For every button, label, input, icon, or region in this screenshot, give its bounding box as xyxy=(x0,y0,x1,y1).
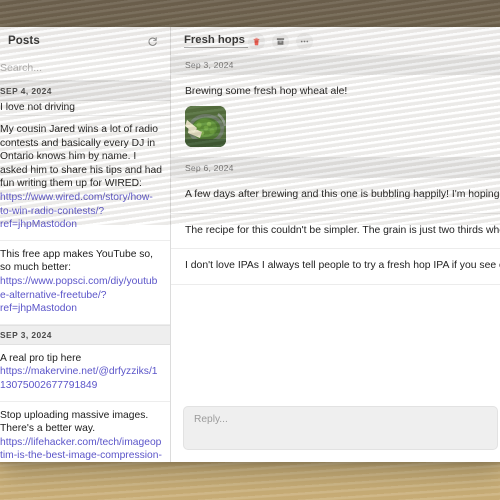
archive-icon xyxy=(276,37,285,45)
thread-pane: Fresh hops Sep 3, 2024 Brewing some fres… xyxy=(171,27,500,462)
thread-header: Fresh hops xyxy=(171,27,500,55)
hops-brew-photo[interactable] xyxy=(185,106,226,148)
post-text: I love not driving xyxy=(0,102,75,113)
list-item[interactable]: I love not driving xyxy=(0,101,170,116)
post-link[interactable]: https://makervine.net/@drfyzziks/1130750… xyxy=(0,366,158,391)
message-body: A few days after brewing and this one is… xyxy=(185,189,500,201)
post-link[interactable]: https://www.popsci.com/diy/youtube-alter… xyxy=(0,276,157,314)
more-icon xyxy=(300,40,309,42)
message-body: The recipe for this couldn't be simpler.… xyxy=(185,224,500,236)
more-button[interactable] xyxy=(296,32,313,50)
trash-icon xyxy=(253,37,260,45)
search-input[interactable] xyxy=(0,61,160,74)
posts-sidebar: Posts SEP 4, 2024 I love not driving xyxy=(0,27,171,462)
list-item[interactable]: A real pro tip here https://makervine.ne… xyxy=(0,344,170,402)
search-row xyxy=(0,55,170,81)
post-link[interactable]: https://www.wired.com/story/how-to-win-r… xyxy=(0,192,153,230)
post-text: This free app makes YouTube so, so much … xyxy=(0,248,154,274)
message-body: Brewing some fresh hop wheat ale! xyxy=(185,86,348,97)
desktop-wallpaper: Posts SEP 4, 2024 I love not driving xyxy=(0,0,500,500)
day-header: SEP 3, 2024 xyxy=(0,324,170,345)
date-separator: Sep 3, 2024 xyxy=(171,55,500,75)
archive-button[interactable] xyxy=(272,32,289,50)
message: Brewing some fresh hop wheat ale! xyxy=(171,75,500,159)
message: A few days after brewing and this one is… xyxy=(171,178,500,214)
day-header: SEP 4, 2024 xyxy=(0,81,170,101)
message-list[interactable]: Sep 3, 2024 Brewing some fresh hop wheat… xyxy=(171,55,500,399)
posts-list[interactable]: SEP 4, 2024 I love not driving My cousin… xyxy=(0,81,170,462)
message-body: I don't love IPAs I always tell people t… xyxy=(185,260,500,272)
message: The recipe for this couldn't be simpler.… xyxy=(171,214,500,250)
list-item[interactable]: Stop uploading massive images. There's a… xyxy=(0,401,170,462)
reply-input[interactable]: Reply... xyxy=(183,406,498,450)
delete-button[interactable] xyxy=(248,32,265,50)
date-separator: Sep 6, 2024 xyxy=(171,158,500,179)
list-item[interactable]: My cousin Jared wins a lot of radio cont… xyxy=(0,116,170,241)
message: I don't love IPAs I always tell people t… xyxy=(171,249,500,285)
refresh-icon[interactable] xyxy=(145,34,160,49)
app-window: Posts SEP 4, 2024 I love not driving xyxy=(0,27,500,462)
sidebar-header: Posts xyxy=(0,27,170,55)
post-text: A real pro tip here xyxy=(0,352,82,364)
post-text: My cousin Jared wins a lot of radio cont… xyxy=(0,124,162,190)
header-actions xyxy=(248,32,313,50)
page-title: Fresh hops xyxy=(184,34,248,48)
list-item[interactable]: This free app makes YouTube so, so much … xyxy=(0,240,170,325)
sidebar-title: Posts xyxy=(8,35,40,47)
post-link[interactable]: https://lifehacker.com/tech/imageoptim-i… xyxy=(0,437,162,462)
reply-bar: Reply... xyxy=(171,399,500,462)
post-text: Stop uploading massive images. There's a… xyxy=(0,409,149,435)
